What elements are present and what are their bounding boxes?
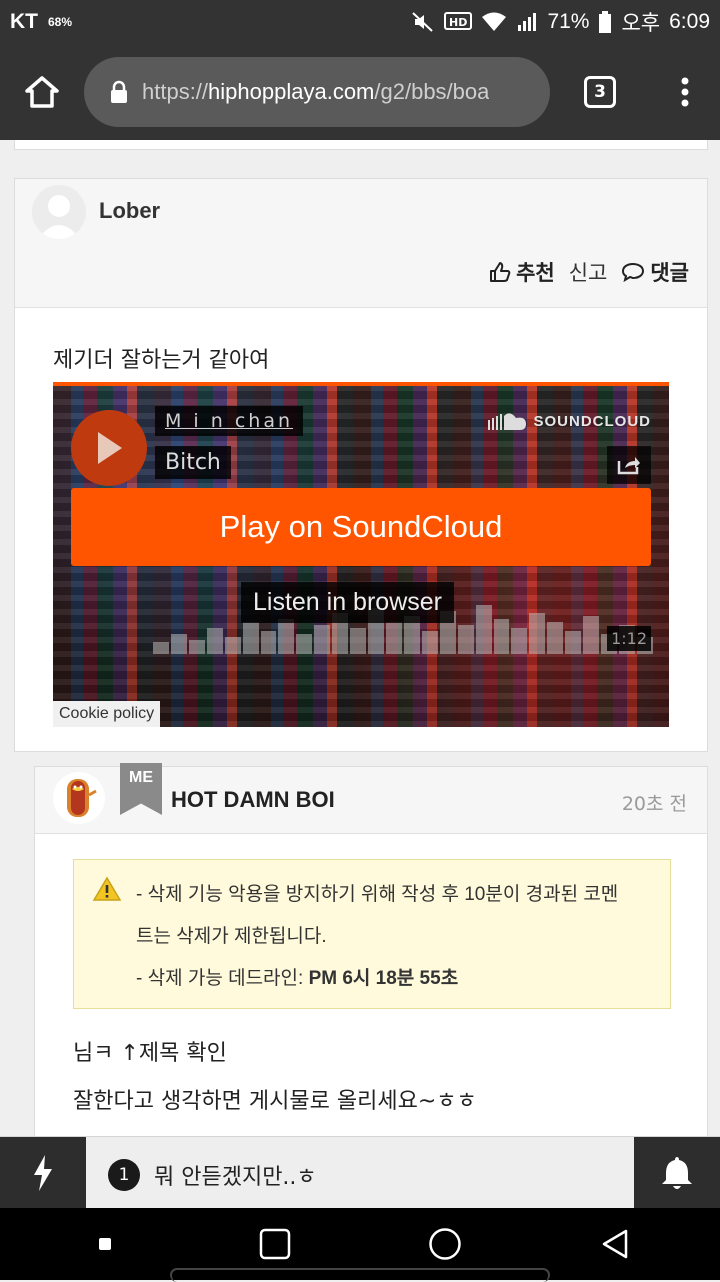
nav-hide-button[interactable] xyxy=(75,1214,135,1274)
recommend-button[interactable]: 추천 xyxy=(489,257,555,287)
comment-text-line-2: 잘한다고 생각하면 게시물로 올리세요~ㅎㅎ xyxy=(73,1089,477,1114)
browser-menu-button[interactable] xyxy=(650,44,720,140)
notice-line-1: - 삭제 기능 악용을 방지하기 위해 작성 후 10분이 경과된 코멘 xyxy=(136,884,619,905)
post-text: 제기더 잘하는거 같아여 xyxy=(53,348,270,373)
hd-icon: HD xyxy=(444,11,473,33)
back-button[interactable] xyxy=(585,1214,645,1274)
home-button[interactable] xyxy=(0,44,84,140)
battery-percent: 71% xyxy=(547,10,590,33)
carrier-label: KT xyxy=(10,10,38,33)
listen-in-browser-button[interactable]: Listen in browser xyxy=(241,582,454,623)
comment-text-line-1: 님ㅋ ↑제목 확인 xyxy=(73,1041,227,1066)
tab-count: 3 xyxy=(584,76,616,108)
comment-header: ME HOT DAMN BOI 20초 전 xyxy=(35,763,707,834)
avatar[interactable] xyxy=(53,772,105,824)
comment-label: 댓글 xyxy=(650,261,689,285)
url-bar[interactable]: https://hiphopplaya.com/g2/bbs/boa xyxy=(84,57,550,127)
cookie-policy-link[interactable]: Cookie policy xyxy=(53,701,161,727)
recommend-label: 추천 xyxy=(516,261,555,285)
delete-deadline: PM 6시 18분 55초 xyxy=(308,968,459,989)
home-icon xyxy=(25,76,59,108)
page-content: Lober 추천 신고 댓글 제기더 잘하는거 같아여 M i n chan B… xyxy=(0,140,720,1140)
avatar[interactable] xyxy=(32,185,86,239)
share-button[interactable] xyxy=(607,446,651,484)
play-button[interactable] xyxy=(71,410,147,486)
post-header: Lober 추천 신고 댓글 xyxy=(15,179,707,308)
quick-action-button[interactable] xyxy=(0,1137,86,1209)
notice-line-3: - 삭제 가능 데드라인: PM 6시 18분 55초 xyxy=(136,968,459,989)
soundcloud-logo[interactable]: SOUNDCLOUD xyxy=(487,412,652,430)
report-button[interactable]: 신고 xyxy=(569,257,608,287)
notice-line-2: 트는 삭제가 제한됩니다. xyxy=(136,926,327,947)
tab-switcher-button[interactable]: 3 xyxy=(550,44,650,140)
post-card: Lober 추천 신고 댓글 제기더 잘하는거 같아여 M i n chan B… xyxy=(14,178,708,752)
play-on-soundcloud-button[interactable]: Play on SoundCloud xyxy=(71,488,651,566)
track-duration: 1:12 xyxy=(607,626,651,651)
notification-text[interactable]: 뭐 안듣겠지만..ㅎ xyxy=(154,1159,317,1191)
notification-count: 1 xyxy=(108,1159,140,1191)
soundcloud-widget[interactable]: M i n chan Bitch SOUNDCLOUD Play on Soun… xyxy=(53,382,669,727)
track-artist[interactable]: M i n chan xyxy=(155,406,304,436)
wifi-icon xyxy=(481,11,507,33)
share-icon xyxy=(617,457,640,475)
home-circle-icon xyxy=(429,1228,461,1260)
comment-author[interactable]: HOT DAMN BOI xyxy=(171,787,335,813)
more-vert-icon xyxy=(681,77,689,107)
status-bar: KT 68% HD 71% 오후 6:09 xyxy=(0,0,720,44)
clock: 6:09 xyxy=(669,10,710,33)
comment-time: 20초 전 xyxy=(621,793,687,815)
track-title[interactable]: Bitch xyxy=(155,446,231,479)
back-icon xyxy=(602,1229,628,1259)
play-icon xyxy=(98,432,122,464)
post-actions: 추천 신고 댓글 xyxy=(489,257,689,287)
svg-text:HD: HD xyxy=(449,16,467,29)
warning-icon xyxy=(92,876,122,901)
delete-notice: - 삭제 기능 악용을 방지하기 위해 작성 후 10분이 경과된 코멘 트는 … xyxy=(73,859,671,1009)
signal-icon xyxy=(516,11,538,33)
previous-card-edge xyxy=(14,140,708,150)
battery-saver-label: 68% xyxy=(48,15,73,29)
browser-toolbar: https://hiphopplaya.com/g2/bbs/boa 3 xyxy=(0,44,720,140)
soundcloud-icon xyxy=(487,413,526,430)
thumb-up-icon xyxy=(490,262,511,282)
me-badge: ME xyxy=(120,763,162,815)
mute-icon xyxy=(411,10,435,34)
bell-icon xyxy=(662,1157,692,1189)
comment-card: ME HOT DAMN BOI 20초 전 - 삭제 기능 악용을 방지하기 위… xyxy=(34,763,708,1140)
dot-icon xyxy=(99,1238,111,1250)
notification-bar: 1 뭐 안듣겠지만..ㅎ xyxy=(0,1136,720,1209)
hotdog-avatar-icon xyxy=(67,779,97,817)
url-text: https://hiphopplaya.com/g2/bbs/boa xyxy=(142,79,490,104)
bolt-icon xyxy=(34,1155,52,1191)
soundcloud-brand: SOUNDCLOUD xyxy=(533,412,651,430)
home-nav-button[interactable] xyxy=(415,1214,475,1274)
lock-icon xyxy=(111,80,127,103)
comment-button[interactable]: 댓글 xyxy=(621,257,689,287)
post-author[interactable]: Lober xyxy=(99,198,160,224)
notifications-button[interactable] xyxy=(634,1137,720,1209)
battery-icon xyxy=(598,10,612,34)
recents-icon xyxy=(259,1228,291,1260)
chat-bubble-icon xyxy=(622,262,645,283)
ampm-label: 오후 xyxy=(621,12,661,35)
recents-button[interactable] xyxy=(245,1214,305,1274)
